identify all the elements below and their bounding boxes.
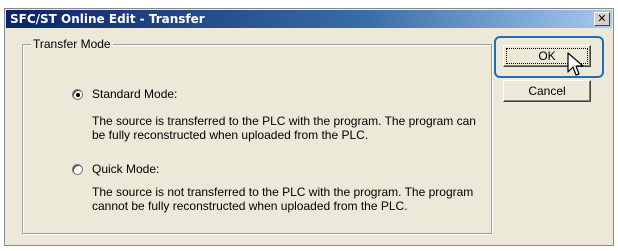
quick-mode-description: The source is not transferred to the PLC… (92, 185, 474, 213)
mouse-pointer-icon (567, 52, 584, 76)
close-icon: ✕ (597, 12, 607, 25)
standard-mode-label[interactable]: Standard Mode: (92, 87, 177, 101)
standard-mode-radio[interactable] (72, 88, 83, 100)
quick-mode-label[interactable]: Quick Mode: (92, 162, 159, 176)
cancel-button[interactable]: Cancel (503, 80, 591, 102)
title-bar: SFC/ST Online Edit - Transfer ✕ (6, 10, 612, 28)
group-legend: Transfer Mode (31, 37, 113, 51)
quick-mode-radio[interactable] (72, 163, 83, 175)
quick-mode-option[interactable]: Quick Mode: (72, 162, 159, 176)
standard-mode-description: The source is transferred to the PLC wit… (92, 114, 476, 142)
close-button[interactable]: ✕ (594, 12, 610, 26)
standard-mode-option[interactable]: Standard Mode: (72, 87, 177, 101)
window-title: SFC/ST Online Edit - Transfer (10, 12, 205, 26)
